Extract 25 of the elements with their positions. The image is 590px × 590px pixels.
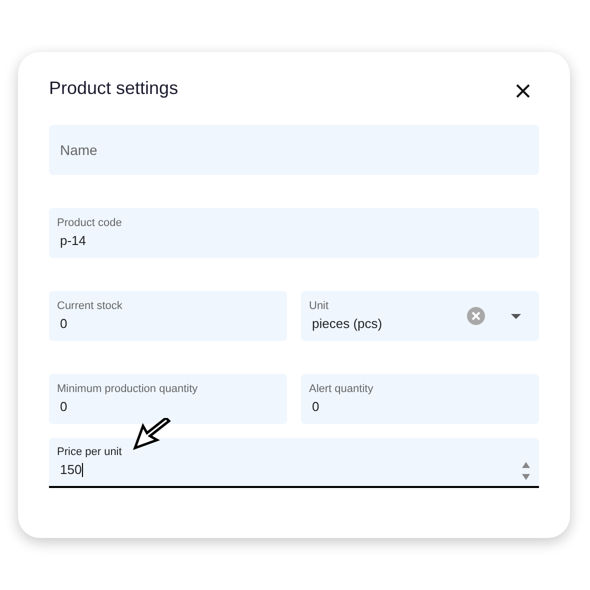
input-field[interactable]: Alert quantity 0	[301, 374, 539, 424]
input-field[interactable]: Minimum production quantity 0	[49, 374, 287, 424]
field-value: 0	[311, 398, 320, 416]
input-field[interactable]: Price per unit 150	[49, 438, 539, 488]
input-field[interactable]: Name	[49, 125, 539, 175]
input-field[interactable]: Unit pieces (pcs)	[301, 291, 539, 341]
input-field[interactable]: Product code p-14	[49, 208, 539, 258]
spinner-icon[interactable]	[521, 460, 531, 482]
dropdown-caret-icon[interactable]	[511, 314, 521, 318]
field-label: Price per unit	[57, 445, 123, 459]
field-value: p-14	[59, 232, 88, 250]
field-placeholder: Name	[59, 140, 98, 160]
field-value: 0	[59, 315, 68, 333]
field-value: 150	[59, 461, 84, 479]
field-value: 0	[59, 398, 68, 416]
field-label: Product code	[57, 216, 123, 230]
field-label: Minimum production quantity	[57, 382, 199, 396]
input-field[interactable]: Current stock 0	[49, 291, 287, 341]
field-value: pieces (pcs)	[311, 315, 384, 333]
field-label: Unit	[309, 299, 330, 313]
dialog-title: Product settings	[49, 76, 178, 100]
field-label: Alert quantity	[309, 382, 374, 396]
field-label: Current stock	[57, 299, 124, 313]
close-icon[interactable]	[516, 84, 530, 98]
pointer-arrow-icon	[133, 418, 171, 452]
